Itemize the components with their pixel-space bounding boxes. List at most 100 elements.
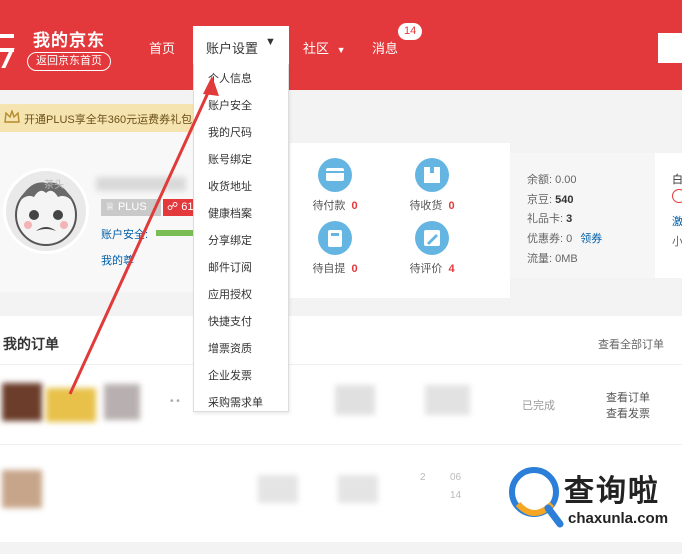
- giftcard-row[interactable]: 礼品卡: 3: [527, 210, 572, 226]
- chevron-down-icon: ▼: [336, 45, 346, 55]
- menu-item-health-record[interactable]: 健康档案: [208, 205, 252, 221]
- order-date-fragment: 2: [420, 472, 426, 483]
- stat-count: 0: [351, 200, 358, 212]
- traffic-value: 0MB: [555, 253, 578, 265]
- magnifier-logo-icon: [509, 467, 564, 528]
- assets-panel: 余额: 0.00 京豆: 540 礼品卡: 3 优惠券: 0 领券 流量: 0MB: [510, 153, 655, 278]
- menu-item-share-binding[interactable]: 分享绑定: [208, 232, 252, 248]
- stat-count: 4: [448, 263, 455, 275]
- view-invoice-link[interactable]: 查看发票: [606, 405, 650, 421]
- back-home-button[interactable]: 返回京东首页: [27, 52, 111, 71]
- top-header: 我的京东 返回京东首页 首页 社区 ▼ 消息 14: [0, 0, 682, 90]
- product-thumbnail[interactable]: [104, 384, 140, 420]
- balance-row[interactable]: 余额: 0.00: [527, 171, 577, 187]
- right-clip-link[interactable]: 激: [672, 213, 682, 229]
- security-level-bar: [156, 230, 196, 236]
- view-all-orders-link[interactable]: 查看全部订单: [598, 336, 664, 352]
- my-vip-link[interactable]: 我的尊: [101, 252, 134, 268]
- giftcard-label: 礼品卡:: [527, 213, 564, 225]
- plus-badge-icon: ☍: [167, 201, 179, 213]
- search-input[interactable]: [658, 33, 682, 63]
- watermark-logo: 查询啦 chaxunla.com: [508, 462, 682, 534]
- nav-account-settings[interactable]: 账户设置 ▼: [193, 26, 289, 66]
- nav-community-label: 社区: [303, 41, 330, 56]
- nav-account-label: 账户设置: [206, 41, 259, 56]
- order-date-fragment: 14: [450, 490, 462, 501]
- jd-logo-icon[interactable]: [0, 34, 15, 68]
- right-side-panel: 白 激 小: [655, 153, 682, 278]
- plus-tag[interactable]: ♕ PLUS: [101, 199, 161, 216]
- order-stat-pending-review[interactable]: 待评价 4: [392, 221, 472, 277]
- plus-number-badge[interactable]: ☍ 61: [163, 199, 195, 216]
- brand-title[interactable]: 我的京东: [33, 26, 105, 51]
- product-thumbnail[interactable]: [2, 470, 42, 508]
- my-orders-title: 我的订单: [3, 336, 59, 352]
- menu-item-vat-qualification[interactable]: 增票资质: [208, 340, 252, 356]
- nav-home[interactable]: 首页: [149, 38, 175, 57]
- account-security-label[interactable]: 账户安全:: [101, 226, 148, 242]
- divider: [0, 444, 682, 445]
- jingdou-label: 京豆:: [527, 194, 553, 206]
- plus-banner[interactable]: 开通PLUS享全年360元运费券礼包: [0, 104, 210, 132]
- menu-item-procurement[interactable]: 采购需求单: [208, 394, 263, 410]
- menu-item-personal-info[interactable]: 个人信息: [208, 70, 252, 86]
- wallet-icon: [318, 158, 352, 192]
- stat-label: 待自提: [312, 263, 346, 275]
- stat-label: 待评价: [409, 263, 443, 275]
- recipient-blurred: [258, 475, 298, 503]
- get-coupon-link[interactable]: 领券: [580, 233, 602, 245]
- circle-icon[interactable]: [672, 189, 682, 203]
- coupon-label: 优惠券:: [527, 233, 564, 245]
- menu-item-company-invoice[interactable]: 企业发票: [208, 367, 252, 383]
- order-stat-pending-receipt[interactable]: 待收货 0: [392, 158, 472, 214]
- menu-item-account-security[interactable]: 账户安全: [208, 97, 252, 113]
- amount-blurred: [425, 385, 470, 415]
- order-date-fragment: 06: [450, 472, 462, 483]
- coupon-value: 0: [566, 233, 573, 245]
- giftcard-value: 3: [566, 213, 573, 225]
- balance-value: 0.00: [555, 174, 577, 186]
- menu-item-account-binding[interactable]: 账号绑定: [208, 151, 252, 167]
- stat-label: 待收货: [409, 200, 443, 212]
- watermark-url: chaxunla.com: [568, 510, 669, 527]
- amount-blurred: [338, 475, 378, 503]
- edit-icon: [415, 221, 449, 255]
- jingdou-row[interactable]: 京豆: 540: [527, 191, 573, 207]
- menu-item-email-subscription[interactable]: 邮件订阅: [208, 259, 252, 275]
- menu-item-quick-pay[interactable]: 快捷支付: [208, 313, 252, 329]
- plus-tag-label: PLUS: [117, 201, 147, 213]
- pickup-bag-icon: [318, 221, 352, 255]
- more-dots-icon: • •: [170, 396, 180, 407]
- watermark-title: 查询啦: [564, 475, 660, 508]
- balance-label: 余额:: [527, 174, 553, 186]
- recipient-blurred: [335, 385, 375, 415]
- menu-item-shipping-address[interactable]: 收货地址: [208, 178, 252, 194]
- nav-community[interactable]: 社区 ▼: [303, 38, 346, 57]
- account-settings-dropdown: 个人信息 账户安全 我的尺码 账号绑定 收货地址 健康档案 分享绑定 邮件订阅 …: [193, 64, 289, 412]
- crown-icon: ♕: [105, 201, 115, 213]
- divider: [0, 364, 682, 365]
- package-icon: [415, 158, 449, 192]
- traffic-row[interactable]: 流量: 0MB: [527, 250, 578, 266]
- right-clip-text-1: 白: [672, 174, 682, 186]
- coupon-row[interactable]: 优惠券: 0 领券: [527, 230, 602, 246]
- jingdou-value: 540: [555, 194, 574, 206]
- stat-count: 0: [351, 263, 358, 275]
- order-stat-pending-payment[interactable]: 待付款 0: [295, 158, 375, 214]
- username-blurred: [96, 177, 186, 191]
- view-order-link[interactable]: 查看订单: [606, 389, 650, 405]
- product-thumbnail[interactable]: [46, 388, 96, 422]
- plus-banner-text: 开通PLUS享全年360元运费券礼包: [24, 114, 193, 126]
- order-status: 已完成: [522, 400, 555, 412]
- stat-count: 0: [448, 200, 455, 212]
- menu-item-my-size[interactable]: 我的尺码: [208, 124, 252, 140]
- menu-item-app-authorization[interactable]: 应用授权: [208, 286, 252, 302]
- stat-label: 待付款: [312, 200, 346, 212]
- crown-icon: [4, 110, 20, 123]
- nav-messages[interactable]: 消息: [372, 38, 398, 57]
- traffic-label: 流量:: [527, 253, 553, 265]
- product-thumbnail[interactable]: [2, 383, 42, 421]
- order-stat-pickup[interactable]: 待自提 0: [295, 221, 375, 277]
- avatar-text: 茶头: [44, 180, 64, 191]
- plus-number: 61: [181, 201, 194, 213]
